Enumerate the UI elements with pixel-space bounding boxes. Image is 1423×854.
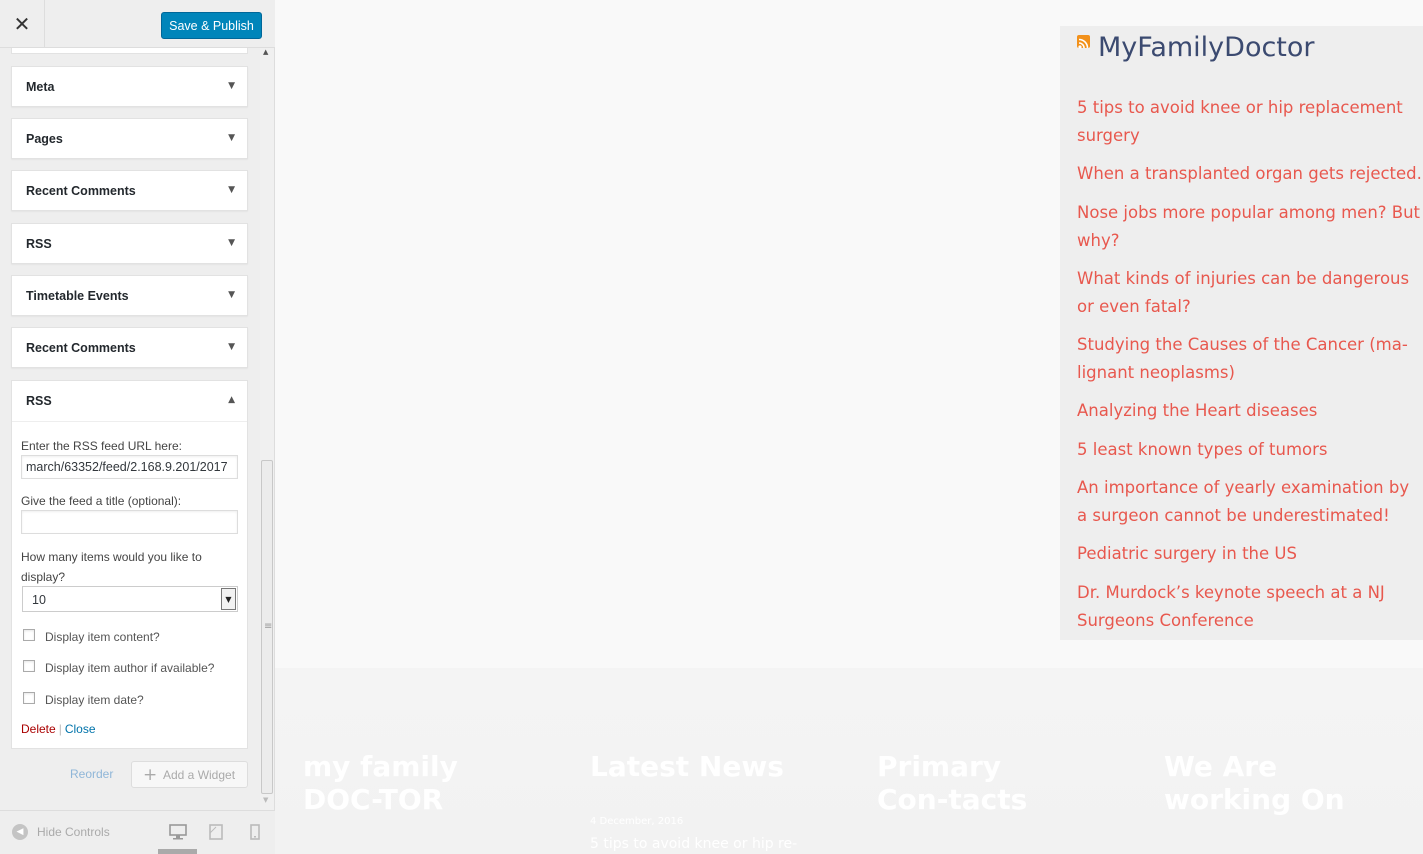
rss-item-link[interactable]: Nose jobs more popular among men? But wh… <box>1077 199 1423 254</box>
rss-item-link[interactable]: An importance of yearly examination by a… <box>1077 474 1423 529</box>
checkbox-label: Display item author if available? <box>45 661 215 675</box>
expand-arrow-icon[interactable]: ▼ <box>228 290 235 300</box>
widget-title: Pages <box>26 132 63 146</box>
widget-actions: Delete | Close <box>21 722 96 736</box>
tablet-preview-icon[interactable] <box>206 822 226 842</box>
customizer-header: ✕ Save & Publish <box>0 0 275 48</box>
scroll-down-icon[interactable]: ▼ <box>263 796 268 804</box>
rss-item-link[interactable]: Analyzing the Heart diseases <box>1077 397 1423 425</box>
plus-icon: + <box>143 765 158 785</box>
widget-item-partial <box>11 48 248 54</box>
widget-pages[interactable]: Pages ▼ <box>11 118 248 159</box>
items-count-label: How many items would you like to display… <box>21 550 202 584</box>
dropdown-arrow-icon[interactable]: ▼ <box>221 588 236 610</box>
rss-item-link[interactable]: Studying the Causes of the Cancer (ma-li… <box>1077 331 1423 386</box>
rss-item-link[interactable]: 5 least known types of tumors <box>1077 436 1423 464</box>
footer-heading-news: Latest News <box>590 750 784 783</box>
add-widget-button[interactable]: + Add a Widget <box>131 761 248 788</box>
footer-heading-brand: my family DOC-TOR <box>303 750 458 816</box>
separator: | <box>58 722 62 736</box>
close-widget-link[interactable]: Close <box>65 722 96 736</box>
expand-arrow-icon[interactable]: ▼ <box>228 133 235 143</box>
rss-feed-icon[interactable] <box>1077 35 1090 49</box>
rss-item-link[interactable]: Pediatric surgery in the US <box>1077 540 1423 568</box>
scrollbar-thumb[interactable]: ≡ <box>261 460 273 794</box>
expand-arrow-icon[interactable]: ▼ <box>228 185 235 195</box>
items-count-select[interactable]: 10 ▼ <box>22 586 238 612</box>
close-icon: ✕ <box>13 12 31 36</box>
desktop-preview-icon[interactable] <box>168 822 188 842</box>
scroll-up-icon[interactable]: ▲ <box>263 48 268 56</box>
rss-item-link[interactable]: When a transplanted organ gets rejected. <box>1077 160 1423 188</box>
feed-title-label: Give the feed a title (optional): <box>21 494 182 508</box>
expand-arrow-icon[interactable]: ▼ <box>228 342 235 352</box>
close-customizer-button[interactable]: ✕ <box>0 0 45 48</box>
widget-title: Meta <box>26 80 55 94</box>
rss-widget-title[interactable]: MyFamilyDoctor <box>1098 32 1315 63</box>
reorder-link[interactable]: Reorder <box>70 767 113 781</box>
widgets-panel: Meta ▼ Pages ▼ Recent Comments ▼ RSS ▼ T… <box>0 48 260 810</box>
scroll-grip-icon: ≡ <box>264 621 273 632</box>
widget-rss-expanded: RSS ▲ Enter the RSS feed URL here: 2.168… <box>11 380 248 749</box>
feed-title-input[interactable] <box>21 510 238 534</box>
feed-url-input[interactable]: 2.168.9.201/2017/march/63352/feed <box>21 455 238 479</box>
mobile-preview-icon[interactable] <box>245 822 265 842</box>
news-title-link[interactable]: 5 tips to avoid knee or hip re- <box>590 836 797 852</box>
widget-header[interactable]: RSS ▲ <box>12 381 247 422</box>
rss-item-link[interactable]: Dr. Murdock’s keynote speech at a NJ Sur… <box>1077 579 1423 634</box>
site-footer: my family DOC-TOR Latest News Primary Co… <box>275 668 1423 854</box>
collapse-icon: ◀ <box>12 824 28 840</box>
news-date: 4 December, 2016 <box>590 816 684 827</box>
delete-widget-link[interactable]: Delete <box>21 722 56 736</box>
footer-heading-contacts: Primary Con-tacts <box>877 750 1028 816</box>
save-publish-button[interactable]: Save & Publish <box>161 12 262 39</box>
checkbox-box[interactable] <box>23 660 35 672</box>
rss-widget-preview: MyFamilyDoctor 5 tips to avoid knee or h… <box>1060 26 1423 640</box>
expand-arrow-icon[interactable]: ▼ <box>228 238 235 248</box>
site-preview: MyFamilyDoctor 5 tips to avoid knee or h… <box>275 0 1423 854</box>
widget-title: RSS <box>26 237 52 251</box>
widget-title: Recent Comments <box>26 184 136 198</box>
widget-title: RSS <box>26 394 52 408</box>
customizer-footer: ◀ Hide Controls <box>0 810 275 854</box>
widget-title: Timetable Events <box>26 289 129 303</box>
customizer-sidebar: ✕ Save & Publish Meta ▼ Pages ▼ Recent C… <box>0 0 275 854</box>
expand-arrow-icon[interactable]: ▼ <box>228 81 235 91</box>
collapse-arrow-icon[interactable]: ▲ <box>228 395 235 405</box>
footer-heading-working: We Are working On <box>1164 750 1345 816</box>
active-device-indicator <box>158 849 197 854</box>
widget-meta[interactable]: Meta ▼ <box>11 66 248 107</box>
items-count-value: 10 <box>32 593 46 607</box>
widget-recent-comments-2[interactable]: Recent Comments ▼ <box>11 327 248 368</box>
rss-item-link[interactable]: What kinds of injuries can be dangerous … <box>1077 265 1423 320</box>
checkbox-label: Display item content? <box>45 630 160 644</box>
widget-recent-comments[interactable]: Recent Comments ▼ <box>11 170 248 211</box>
checkbox-label: Display item date? <box>45 693 144 707</box>
add-widget-label: Add a Widget <box>163 768 236 782</box>
checkbox-box[interactable] <box>23 629 35 641</box>
rss-item-link[interactable]: 5 tips to avoid knee or hip replacement … <box>1077 94 1423 149</box>
hide-controls-label: Hide Controls <box>37 825 110 839</box>
feed-url-label: Enter the RSS feed URL here: <box>21 439 182 453</box>
widget-title: Recent Comments <box>26 341 136 355</box>
widget-rss[interactable]: RSS ▼ <box>11 223 248 264</box>
widget-timetable-events[interactable]: Timetable Events ▼ <box>11 275 248 316</box>
sidebar-scrollbar[interactable]: ▲ ≡ ▼ <box>260 48 274 810</box>
checkbox-box[interactable] <box>23 692 35 704</box>
